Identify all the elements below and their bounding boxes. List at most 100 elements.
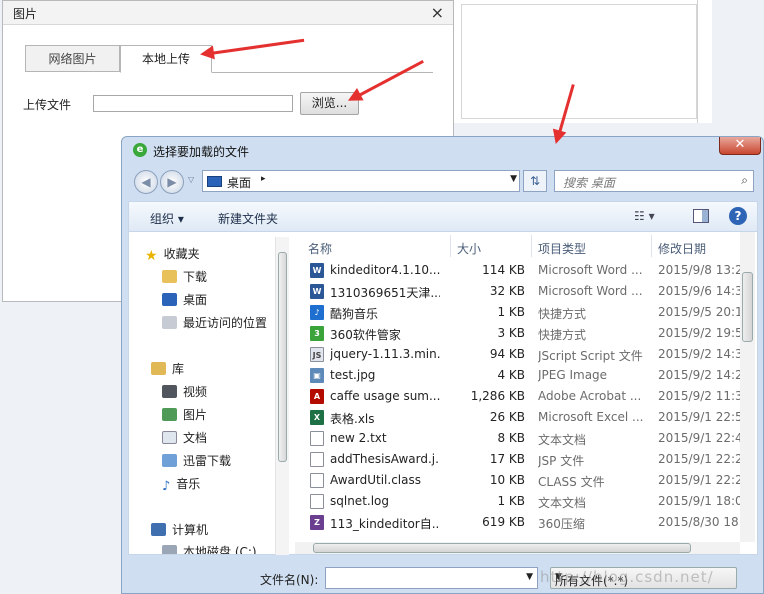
column-date[interactable]: 修改日期 <box>658 240 706 257</box>
file-date: 2015/9/1 22:5 <box>658 410 743 424</box>
word-file-icon: W <box>310 263 324 278</box>
file-size: 17 KB <box>489 452 525 466</box>
disk-icon <box>162 545 177 554</box>
column-name[interactable]: 名称 <box>308 240 332 257</box>
nav-recent-label: 最近访问的位置 <box>183 316 268 330</box>
file-date: 2015/9/1 18:0 <box>658 494 743 508</box>
file-date: 2015/9/5 20:1 <box>658 305 743 319</box>
file-date: 2015/9/2 14:3 <box>658 347 743 361</box>
nav-downloads[interactable]: 下载 <box>162 268 207 286</box>
tab-network-image[interactable]: 网络图片 <box>25 45 120 72</box>
file-row[interactable]: addThesisAward.j... 17 KB JSP 文件 2015/9/1 2… <box>295 449 743 470</box>
file-row[interactable]: new 2.txt 8 KB 文本文档 2015/9/1 22:4 <box>295 428 743 449</box>
tab-local-upload[interactable]: 本地上传 <box>120 45 212 73</box>
nav-thunder-downloads[interactable]: 迅雷下载 <box>162 452 231 470</box>
file-size: 94 KB <box>489 347 525 361</box>
file-date: 2015/9/8 13:2 <box>658 263 743 277</box>
nav-documents-label: 文档 <box>183 431 208 445</box>
search-input[interactable]: 搜索 桌面 ⌕ <box>554 170 754 192</box>
nav-videos[interactable]: 视频 <box>162 383 207 401</box>
history-dropdown-icon[interactable]: ▽ <box>188 175 194 184</box>
file-date: 2015/9/2 11:3 <box>658 389 743 403</box>
file-row[interactable]: Acaffe usage sum... 1,286 KB Adobe Acrobat… <box>295 386 743 407</box>
search-placeholder: 搜索 桌面 <box>563 176 615 190</box>
address-bar[interactable]: 桌面 ▸ ▼ <box>202 170 520 192</box>
file-type: JSP 文件 <box>538 454 585 468</box>
file-row[interactable]: Wkindeditor4.1.10... 114 KB Microsoft Word… <box>295 260 743 281</box>
nav-videos-label: 视频 <box>183 385 208 399</box>
horizontal-scrollbar[interactable] <box>295 542 740 554</box>
txt-file-icon <box>310 473 324 488</box>
file-date: 2015/8/30 18: <box>658 515 743 529</box>
address-location[interactable]: 桌面 <box>227 174 251 191</box>
filename-input[interactable]: ▼ <box>325 567 538 589</box>
file-type: JScript Script 文件 <box>538 349 643 363</box>
file-row[interactable]: W 1310369651天津... 32 KB Microsoft Word ... 2… <box>295 281 743 302</box>
nav-computer[interactable]: 计算机 <box>151 521 208 539</box>
file-type: Microsoft Word ... <box>538 263 643 277</box>
file-type: 快捷方式 <box>538 328 587 342</box>
column-type[interactable]: 项目类型 <box>538 240 586 257</box>
new-folder-button[interactable]: 新建文件夹 <box>218 210 278 227</box>
file-size: 32 KB <box>489 284 525 298</box>
file-row[interactable]: ♪ 酷狗音乐 1 KB 快捷方式 2015/9/5 20:1 <box>295 302 743 323</box>
nav-recent[interactable]: 最近访问的位置 <box>162 314 267 332</box>
address-row: ◀ ▶ ▽ 桌面 ▸ ▼ ⇅ 搜索 桌面 ⌕ <box>122 165 763 199</box>
forward-arrow-icon[interactable]: ▶ <box>160 170 184 194</box>
nav-desktop-label: 桌面 <box>183 293 208 307</box>
nav-scrollbar[interactable] <box>275 237 289 555</box>
help-icon[interactable]: ? <box>729 207 747 225</box>
file-row[interactable]: JS jquery-1.11.3.min.js 94 KB JScript Scrip… <box>295 344 743 365</box>
nav-local-disk[interactable]: 本地磁盘 (C:) <box>162 543 257 554</box>
file-date: 2015/9/1 22:2 <box>658 452 743 466</box>
file-name: 113_kindeditor自... <box>330 517 440 531</box>
360-file-icon: 3 <box>310 326 324 341</box>
nav-pictures[interactable]: 图片 <box>162 406 207 424</box>
view-options-icon[interactable]: ☷ ▾ <box>634 209 655 223</box>
column-size[interactable]: 大小 <box>457 240 481 257</box>
watermark: http://blog.csdn.net/ <box>540 568 714 586</box>
close-icon[interactable]: × <box>431 3 444 22</box>
nav-music[interactable]: ♪ 音乐 <box>162 475 200 494</box>
file-type: CLASS 文件 <box>538 475 605 489</box>
file-size: 1 KB <box>497 305 525 319</box>
file-date: 2015/9/2 14:2 <box>658 368 743 382</box>
file-row[interactable]: Z 113_kindeditor自... 619 KB 360压缩 2015/8/30 … <box>295 512 743 533</box>
nav-libraries[interactable]: 库 <box>151 360 184 378</box>
kugou-file-icon: ♪ <box>310 305 324 320</box>
document-icon <box>162 431 177 444</box>
breadcrumb-arrow-icon[interactable]: ▸ <box>261 174 266 184</box>
file-row[interactable]: AwardUtil.class 10 KB CLASS 文件 2015/9/1 22:… <box>295 470 743 491</box>
download-folder-icon <box>162 270 177 283</box>
upload-file-input[interactable] <box>93 95 293 112</box>
back-arrow-icon[interactable]: ◀ <box>134 170 158 194</box>
preview-pane-icon[interactable] <box>693 209 709 223</box>
nav-desktop[interactable]: 桌面 <box>162 291 207 309</box>
file-size: 26 KB <box>489 410 525 424</box>
nav-favorites[interactable]: ★ 收藏夹 <box>145 245 200 264</box>
txt-file-icon <box>310 452 324 467</box>
computer-icon <box>151 523 166 536</box>
nav-documents[interactable]: 文档 <box>162 429 207 447</box>
file-row[interactable]: ▣ test.jpg 4 KB JPEG Image 2015/9/2 14:2 <box>295 365 743 386</box>
search-icon[interactable]: ⌕ <box>741 173 748 188</box>
excel-file-icon: X <box>310 410 324 425</box>
music-icon: ♪ <box>162 479 171 494</box>
chevron-down-icon[interactable]: ▼ <box>510 174 517 184</box>
desktop-icon <box>207 176 222 187</box>
refresh-icon[interactable]: ⇅ <box>523 170 547 192</box>
file-row[interactable]: X 表格.xls 26 KB Microsoft Excel ... 2015/9/1 … <box>295 407 743 428</box>
file-row[interactable]: 3 360软件管家 3 KB 快捷方式 2015/9/2 19:5 <box>295 323 743 344</box>
file-name: caffe usage sum... <box>330 389 440 403</box>
file-row[interactable]: sqlnet.log 1 KB 文本文档 2015/9/1 18:0 <box>295 491 743 512</box>
close-button[interactable]: ✕ <box>719 137 761 155</box>
file-size: 619 KB <box>482 515 525 529</box>
star-icon: ★ <box>145 248 158 264</box>
vertical-scrollbar[interactable] <box>740 232 755 542</box>
js-file-icon: JS <box>310 347 324 362</box>
word-file-icon: W <box>310 284 324 299</box>
file-type: 文本文档 <box>538 496 587 510</box>
file-date: 2015/9/1 22:4 <box>658 431 743 445</box>
chevron-down-icon[interactable]: ▼ <box>526 572 533 582</box>
organize-menu[interactable]: 组织 ▾ <box>150 210 184 227</box>
